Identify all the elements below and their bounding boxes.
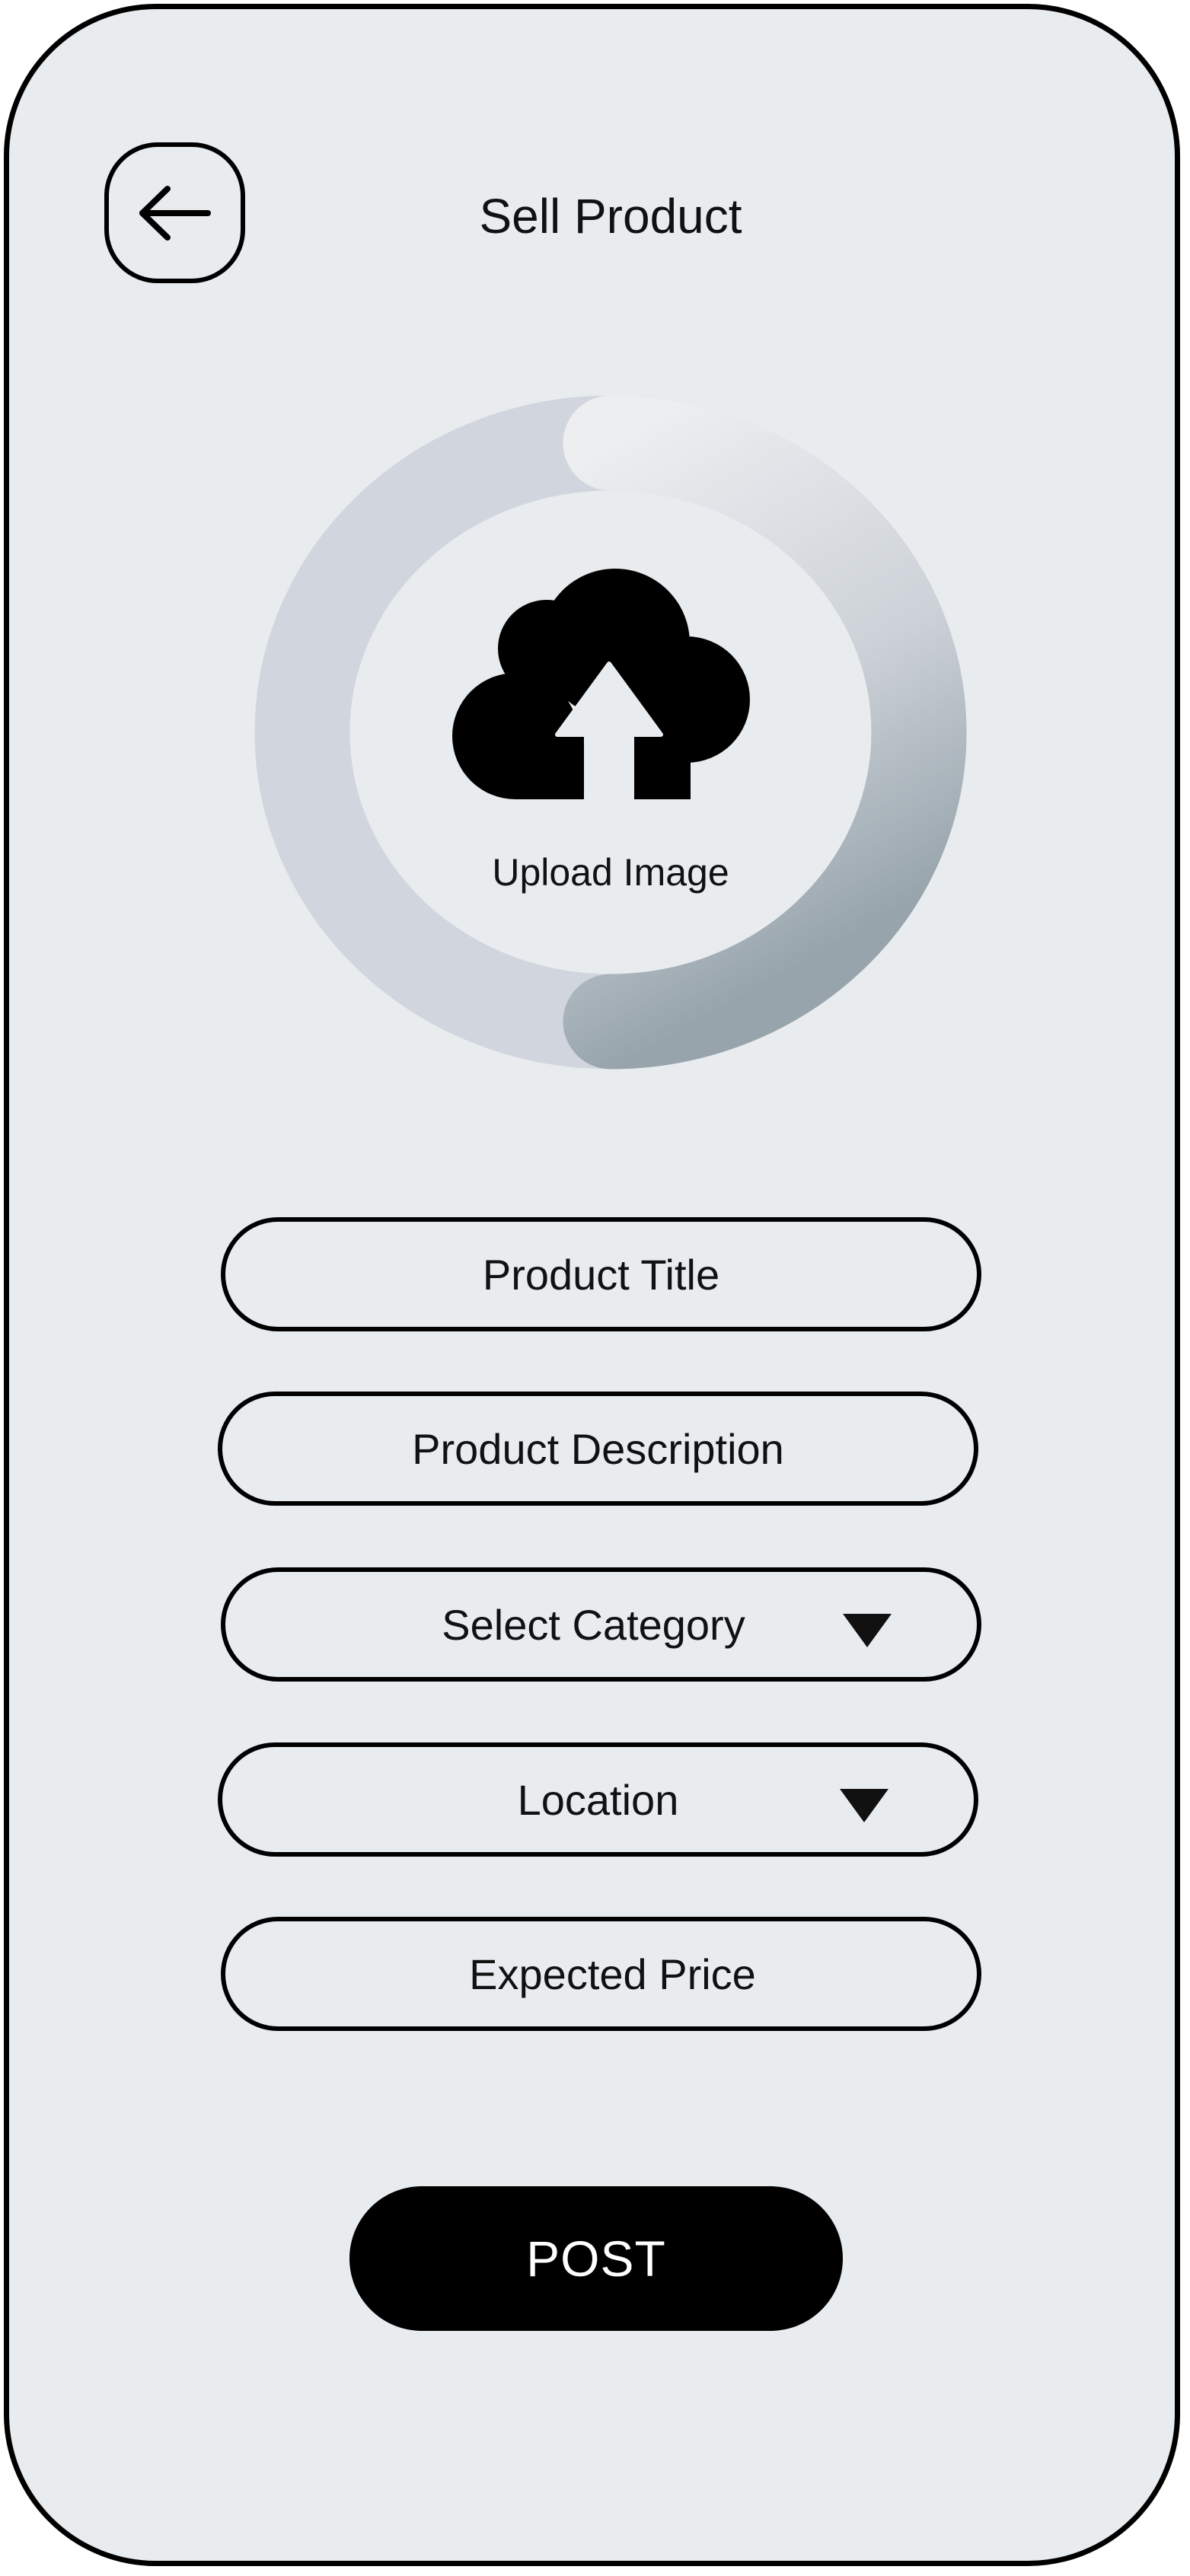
- expected-price-field[interactable]: Expected Price: [221, 1917, 981, 2031]
- expected-price-label: Expected Price: [469, 1950, 756, 1998]
- cloud-upload-icon: [442, 569, 777, 820]
- product-description-label: Product Description: [412, 1424, 784, 1473]
- triangle-down-icon: [840, 1789, 889, 1822]
- post-button[interactable]: POST: [349, 2186, 843, 2331]
- upload-image-area[interactable]: Upload Image: [253, 394, 968, 1071]
- page-title: Sell Product: [479, 189, 742, 244]
- product-description-field[interactable]: Product Description: [218, 1392, 978, 1506]
- product-title-label: Product Title: [482, 1250, 720, 1299]
- product-title-field[interactable]: Product Title: [221, 1217, 981, 1331]
- phone-frame: Sell Product Upload Image Product Title …: [4, 4, 1180, 2566]
- location-dropdown[interactable]: Location: [218, 1742, 978, 1857]
- triangle-down-icon: [843, 1614, 892, 1647]
- select-category-dropdown[interactable]: Select Category: [221, 1567, 981, 1682]
- upload-image-label: Upload Image: [492, 851, 729, 894]
